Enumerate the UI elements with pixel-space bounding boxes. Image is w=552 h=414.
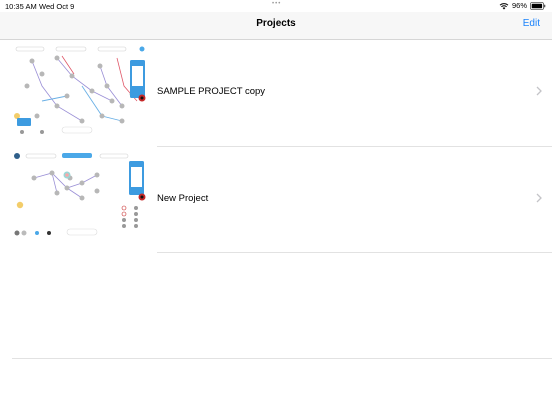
project-name: SAMPLE PROJECT copy — [157, 86, 266, 97]
project-thumbnail — [12, 46, 148, 136]
battery-icon — [530, 1, 546, 10]
chevron-right-icon — [536, 86, 542, 96]
toolbar-separator — [12, 358, 552, 359]
chevron-right-icon — [536, 193, 542, 203]
project-row[interactable]: New Project — [0, 147, 552, 253]
status-bar: 10:35 AM Wed Oct 9 ••• 96% — [0, 0, 552, 12]
project-row[interactable]: SAMPLE PROJECT copy — [0, 40, 552, 146]
status-date: Wed Oct 9 — [39, 2, 75, 11]
row-separator — [157, 252, 552, 253]
multitasking-dots-icon: ••• — [272, 1, 282, 7]
wifi-icon — [499, 2, 509, 10]
edit-button[interactable]: Edit — [523, 18, 540, 29]
navigation-bar: Projects Edit — [0, 12, 552, 40]
status-time: 10:35 AM — [5, 2, 37, 11]
project-name: New Project — [157, 193, 209, 204]
status-right: 96% — [499, 1, 546, 10]
battery-percent: 96% — [511, 1, 527, 10]
project-thumbnail — [12, 153, 148, 243]
page-title: Projects — [256, 18, 296, 29]
